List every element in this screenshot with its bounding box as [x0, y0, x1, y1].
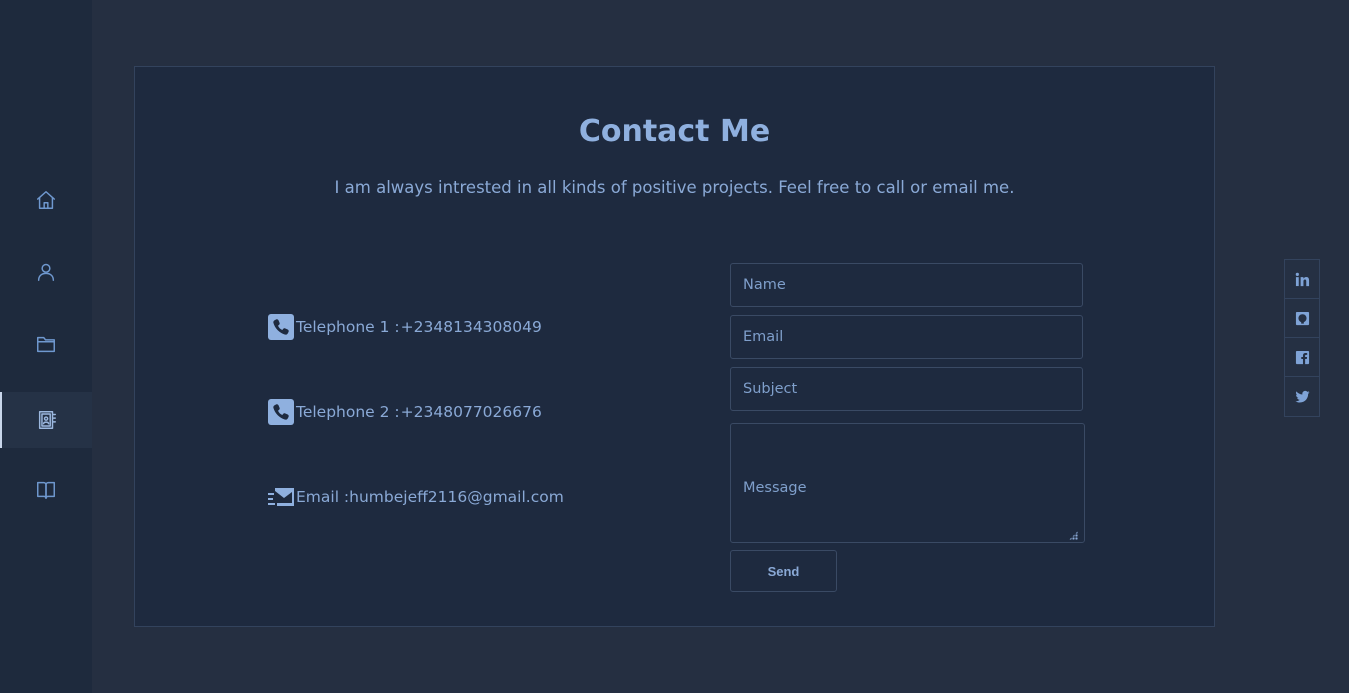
telephone-1-value[interactable]: +2348134308049 [401, 318, 542, 336]
page-title: Contact Me [578, 114, 771, 149]
sidebar-item-portfolio[interactable] [0, 316, 92, 372]
github-icon [1295, 311, 1309, 325]
phone-icon [268, 399, 294, 425]
message-field[interactable] [730, 423, 1085, 543]
telephone-2-value[interactable]: +2348077026676 [401, 403, 542, 421]
social-item-github[interactable] [1285, 299, 1319, 338]
contact-card: Contact Me I am always intrested in all … [134, 66, 1215, 627]
telephone-2-row: Telephone 2 : +2348077026676 [268, 398, 542, 426]
telephone-1-label: Telephone 1 : [296, 318, 400, 336]
twitter-icon [1294, 390, 1310, 403]
folder-icon [37, 336, 55, 353]
book-open-icon [37, 481, 55, 499]
social-item-linkedin[interactable] [1285, 260, 1319, 299]
sidebar-item-about[interactable] [0, 244, 92, 300]
email-send-icon [268, 484, 294, 510]
sidebar [0, 0, 92, 693]
send-button[interactable]: Send [730, 550, 837, 592]
sidebar-item-contact[interactable] [0, 392, 92, 448]
page-subtitle: I am always intrested in all kinds of po… [334, 178, 1015, 197]
phone-icon [268, 314, 294, 340]
email-row: Email : humbejeff2116@gmail.com [268, 483, 564, 511]
email-field[interactable] [730, 315, 1083, 359]
contact-book-icon [38, 411, 56, 429]
facebook-icon [1295, 350, 1309, 364]
telephone-2-label: Telephone 2 : [296, 403, 400, 421]
sidebar-item-home[interactable] [0, 172, 92, 228]
home-icon [37, 191, 55, 209]
subject-field[interactable] [730, 367, 1083, 411]
email-label: Email : [296, 488, 350, 506]
user-icon [37, 263, 55, 281]
email-value[interactable]: humbejeff2116@gmail.com [349, 488, 564, 506]
social-item-twitter[interactable] [1285, 377, 1319, 416]
sidebar-item-blog[interactable] [0, 462, 92, 518]
social-links-bar [1284, 259, 1320, 417]
telephone-1-row: Telephone 1 : +2348134308049 [268, 313, 542, 341]
linkedin-icon [1295, 272, 1309, 286]
name-field[interactable] [730, 263, 1083, 307]
social-item-facebook[interactable] [1285, 338, 1319, 377]
